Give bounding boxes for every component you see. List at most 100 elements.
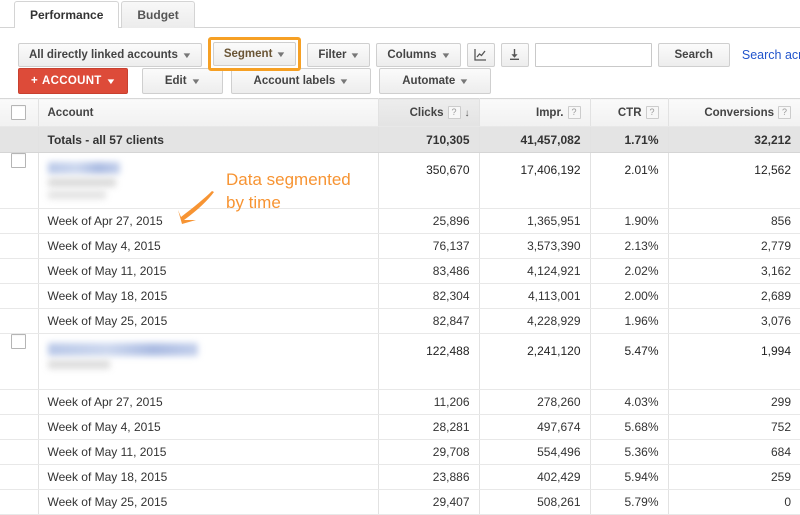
help-icon[interactable]: ?	[645, 106, 659, 119]
account-labels-dropdown[interactable]: Account labels ▼	[230, 68, 372, 94]
segment-row[interactable]: Week of Apr 27, 2015 25,896 1,365,951 1.…	[0, 208, 800, 234]
chevron-down-icon: ▼	[439, 51, 452, 60]
tab-strip: Performance Budget	[0, 0, 800, 28]
account-conversions: 12,562	[668, 152, 800, 209]
segment-check-cell	[0, 258, 39, 284]
row-checkbox[interactable]	[11, 334, 27, 350]
segment-label: Segment	[223, 48, 273, 60]
segment-highlight-box: Segment ▼	[207, 37, 302, 71]
row-select-cell	[0, 333, 39, 390]
totals-row: Totals - all 57 clients 710,305 41,457,0…	[0, 126, 800, 153]
totals-clicks: 710,305	[378, 126, 480, 153]
segment-check-cell	[0, 389, 39, 415]
column-header-conversions[interactable]: Conversions?	[668, 98, 800, 127]
segment-dropdown[interactable]: Segment ▼	[212, 42, 297, 66]
segment-check-cell	[0, 283, 39, 309]
account-impressions: 17,406,192	[479, 152, 591, 209]
segment-row[interactable]: Week of May 11, 2015 83,486 4,124,921 2.…	[0, 258, 800, 284]
chart-toggle-button[interactable]	[466, 43, 495, 67]
filter-label: Filter	[318, 49, 347, 61]
select-all-checkbox[interactable]	[11, 105, 27, 120]
columns-dropdown[interactable]: Columns ▼	[376, 43, 461, 67]
totals-ctr: 1.71%	[590, 126, 669, 153]
chart-icon	[474, 49, 487, 62]
add-account-button[interactable]: + ACCOUNT ▼	[18, 68, 128, 94]
segment-ctr: 5.94%	[590, 464, 669, 490]
segment-ctr: 2.00%	[590, 283, 669, 309]
segment-row[interactable]: Week of May 25, 2015 82,847 4,228,929 1.…	[0, 308, 800, 334]
account-impressions: 2,241,120	[479, 333, 591, 390]
select-all-header	[0, 98, 39, 127]
table-row[interactable]: 122,488 2,241,120 5.47% 1,994	[0, 333, 800, 390]
segment-ctr: 5.68%	[590, 414, 669, 440]
account-name-cell[interactable]	[38, 333, 379, 390]
account-conversions: 1,994	[668, 333, 800, 390]
account-labels-label: Account labels	[253, 75, 336, 87]
automate-dropdown[interactable]: Automate ▼	[379, 68, 492, 94]
segment-ctr: 2.02%	[590, 258, 669, 284]
chevron-down-icon: ▼	[104, 77, 117, 86]
search-input[interactable]	[534, 43, 652, 67]
edit-dropdown[interactable]: Edit ▼	[141, 68, 223, 94]
column-header-impressions[interactable]: Impr.?	[479, 98, 591, 127]
segment-row[interactable]: Week of May 18, 2015 23,886 402,429 5.94…	[0, 464, 800, 490]
segment-row[interactable]: Week of May 11, 2015 29,708 554,496 5.36…	[0, 439, 800, 465]
segment-row[interactable]: Week of May 4, 2015 28,281 497,674 5.68%…	[0, 414, 800, 440]
column-header-clicks[interactable]: Clicks? ↓	[378, 98, 480, 127]
segment-clicks: 25,896	[378, 208, 480, 234]
segment-clicks: 29,407	[378, 489, 480, 515]
plus-icon: +	[31, 75, 39, 87]
help-icon[interactable]: ?	[778, 106, 791, 119]
segment-conversions: 856	[668, 208, 800, 234]
segment-row[interactable]: Week of Apr 27, 2015 11,206 278,260 4.03…	[0, 389, 800, 415]
segment-ctr: 1.90%	[590, 208, 669, 234]
segment-conversions: 2,779	[668, 233, 800, 259]
segment-check-cell	[0, 439, 39, 465]
account-id-redacted	[47, 178, 116, 187]
download-icon	[508, 49, 521, 61]
segment-clicks: 82,304	[378, 283, 480, 309]
tab-budget-label: Budget	[137, 8, 179, 22]
chevron-down-icon: ▼	[275, 50, 287, 59]
column-header-ctr[interactable]: CTR?	[590, 98, 669, 127]
segment-clicks: 83,486	[378, 258, 480, 284]
segment-clicks: 76,137	[378, 233, 480, 259]
filter-toolbar: All directly linked accounts ▼ Segment ▼ F…	[0, 28, 800, 71]
automate-label: Automate	[402, 75, 456, 87]
account-clicks: 350,670	[378, 152, 480, 209]
sort-descending-icon: ↓	[464, 108, 470, 119]
search-button[interactable]: Search	[657, 43, 730, 67]
add-account-label: ACCOUNT	[42, 75, 102, 87]
segment-check-cell	[0, 489, 39, 515]
segment-label: Week of May 25, 2015	[38, 489, 379, 515]
totals-label-cell: Totals - all 57 clients	[38, 126, 379, 153]
segment-check-cell	[0, 233, 39, 259]
segment-clicks: 28,281	[378, 414, 480, 440]
segment-conversions: 2,689	[668, 283, 800, 309]
row-checkbox[interactable]	[11, 153, 27, 169]
column-header-account[interactable]: Account	[38, 98, 379, 127]
table-row[interactable]: 350,670 17,406,192 2.01% 12,562	[0, 152, 800, 209]
segment-label: Week of May 11, 2015	[38, 439, 379, 465]
filter-dropdown[interactable]: Filter ▼	[307, 43, 371, 67]
segment-ctr: 2.13%	[590, 233, 669, 259]
segment-impressions: 3,573,390	[479, 233, 591, 259]
row-select-cell	[0, 152, 39, 209]
chevron-down-icon: ▼	[349, 51, 361, 60]
help-icon[interactable]: ?	[447, 106, 461, 119]
segment-label: Week of Apr 27, 2015	[38, 389, 379, 415]
segment-label: Week of May 25, 2015	[38, 308, 379, 334]
accounts-filter-dropdown[interactable]: All directly linked accounts ▼	[18, 43, 202, 67]
segment-row[interactable]: Week of May 18, 2015 82,304 4,113,001 2.…	[0, 283, 800, 309]
search-across-accounts-link[interactable]: Search across accounts	[742, 48, 800, 62]
tab-budget[interactable]: Budget	[121, 1, 195, 28]
tab-performance[interactable]: Performance	[14, 1, 120, 28]
segment-conversions: 3,162	[668, 258, 800, 284]
segment-row[interactable]: Week of May 25, 2015 29,407 508,261 5.79…	[0, 489, 800, 515]
totals-conversions: 32,212	[668, 126, 800, 153]
account-id-redacted	[47, 360, 110, 369]
download-button[interactable]	[500, 43, 529, 67]
help-icon[interactable]: ?	[567, 106, 581, 119]
account-name-cell[interactable]	[38, 152, 379, 209]
segment-row[interactable]: Week of May 4, 2015 76,137 3,573,390 2.1…	[0, 233, 800, 259]
